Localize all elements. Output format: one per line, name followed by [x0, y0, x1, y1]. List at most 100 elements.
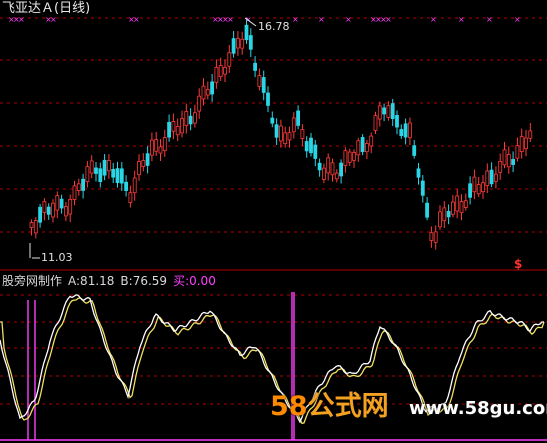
- candle-body[interactable]: [399, 129, 404, 137]
- candle-body[interactable]: [111, 168, 116, 178]
- candle-body[interactable]: [395, 115, 399, 128]
- candle-body[interactable]: [330, 162, 335, 176]
- candle-body[interactable]: [274, 124, 279, 138]
- candle-body[interactable]: [98, 168, 103, 182]
- candle-body[interactable]: [51, 202, 55, 218]
- candle-body[interactable]: [85, 166, 90, 183]
- candle-body[interactable]: [352, 152, 356, 161]
- candle-body[interactable]: [498, 161, 503, 173]
- candle-body[interactable]: [192, 112, 197, 124]
- candle-body[interactable]: [450, 201, 455, 215]
- candle-body[interactable]: [38, 206, 42, 223]
- candle-body[interactable]: [472, 176, 477, 193]
- candle-body[interactable]: [334, 172, 339, 180]
- candle-body[interactable]: [240, 38, 245, 49]
- candle-body[interactable]: [167, 121, 172, 138]
- candle-body[interactable]: [463, 200, 468, 208]
- candle-body[interactable]: [364, 143, 369, 153]
- candle-body[interactable]: [210, 81, 215, 95]
- candle-body[interactable]: [300, 129, 305, 139]
- candle-body[interactable]: [171, 121, 176, 132]
- candle-body[interactable]: [377, 105, 382, 120]
- candle-body[interactable]: [356, 140, 361, 156]
- candle-body[interactable]: [94, 167, 98, 174]
- candle-body[interactable]: [33, 220, 38, 234]
- candle-body[interactable]: [145, 153, 150, 166]
- candle-body[interactable]: [227, 52, 232, 67]
- candle-body[interactable]: [29, 222, 34, 228]
- candle-body[interactable]: [266, 92, 270, 106]
- candle-body[interactable]: [257, 75, 262, 87]
- candle-body[interactable]: [506, 153, 511, 168]
- candle-body[interactable]: [72, 185, 77, 200]
- candle-body[interactable]: [420, 180, 425, 196]
- candle-body[interactable]: [386, 105, 391, 118]
- candle-body[interactable]: [261, 77, 266, 93]
- candle-body[interactable]: [455, 195, 460, 212]
- candle-body[interactable]: [141, 160, 146, 167]
- candle-body[interactable]: [132, 177, 137, 194]
- candle-body[interactable]: [81, 178, 85, 191]
- candle-body[interactable]: [68, 199, 73, 215]
- candle-body[interactable]: [446, 210, 451, 218]
- candle-body[interactable]: [248, 35, 253, 50]
- candle-body[interactable]: [373, 115, 378, 131]
- candle-body[interactable]: [313, 144, 318, 159]
- candle-body[interactable]: [291, 117, 296, 133]
- candle-body[interactable]: [149, 139, 154, 156]
- candle-body[interactable]: [528, 130, 533, 139]
- candle-body[interactable]: [154, 139, 159, 152]
- candle-body[interactable]: [223, 67, 227, 75]
- candle-body[interactable]: [270, 117, 275, 124]
- candle-body[interactable]: [416, 168, 421, 178]
- candle-body[interactable]: [407, 122, 412, 139]
- candle-body[interactable]: [89, 160, 94, 174]
- candle-body[interactable]: [390, 103, 395, 120]
- candle-body[interactable]: [102, 159, 107, 176]
- candle-body[interactable]: [235, 38, 240, 49]
- candle-body[interactable]: [489, 169, 494, 185]
- candle-body[interactable]: [309, 137, 313, 154]
- candle-body[interactable]: [214, 66, 219, 83]
- candle-body[interactable]: [124, 181, 128, 191]
- candle-body[interactable]: [283, 132, 288, 145]
- candle-body[interactable]: [412, 145, 417, 156]
- candle-body[interactable]: [493, 173, 498, 182]
- candle-body[interactable]: [59, 198, 64, 209]
- candle-body[interactable]: [459, 201, 464, 214]
- candle-body[interactable]: [137, 161, 141, 176]
- candle-body[interactable]: [128, 192, 133, 204]
- candle-body[interactable]: [184, 111, 189, 126]
- candle-body[interactable]: [438, 211, 442, 228]
- candle-body[interactable]: [278, 125, 283, 142]
- candle-body[interactable]: [201, 85, 206, 100]
- candle-body[interactable]: [205, 89, 210, 96]
- candlestick-series[interactable]: [29, 17, 533, 250]
- candle-body[interactable]: [244, 24, 249, 41]
- candle-body[interactable]: [158, 146, 163, 154]
- candle-body[interactable]: [162, 137, 167, 152]
- candle-body[interactable]: [296, 110, 301, 126]
- candle-body[interactable]: [287, 132, 292, 141]
- candle-body[interactable]: [231, 38, 236, 54]
- candle-body[interactable]: [188, 115, 193, 125]
- candle-body[interactable]: [433, 231, 438, 243]
- candle-body[interactable]: [218, 65, 223, 78]
- candle-body[interactable]: [175, 126, 180, 136]
- candle-body[interactable]: [360, 137, 365, 153]
- candle-body[interactable]: [343, 150, 348, 166]
- candle-body[interactable]: [502, 149, 507, 166]
- candle-body[interactable]: [326, 157, 331, 174]
- candle-body[interactable]: [485, 170, 490, 186]
- candle-body[interactable]: [425, 202, 430, 218]
- candle-body[interactable]: [115, 168, 120, 184]
- candle-body[interactable]: [468, 183, 473, 198]
- candle-body[interactable]: [515, 145, 520, 159]
- candle-body[interactable]: [382, 107, 387, 115]
- candle-body[interactable]: [317, 162, 322, 171]
- candle-body[interactable]: [76, 183, 81, 191]
- candle-body[interactable]: [197, 95, 202, 112]
- candle-body[interactable]: [55, 195, 60, 211]
- candle-body[interactable]: [46, 206, 51, 215]
- candle-body[interactable]: [524, 137, 528, 150]
